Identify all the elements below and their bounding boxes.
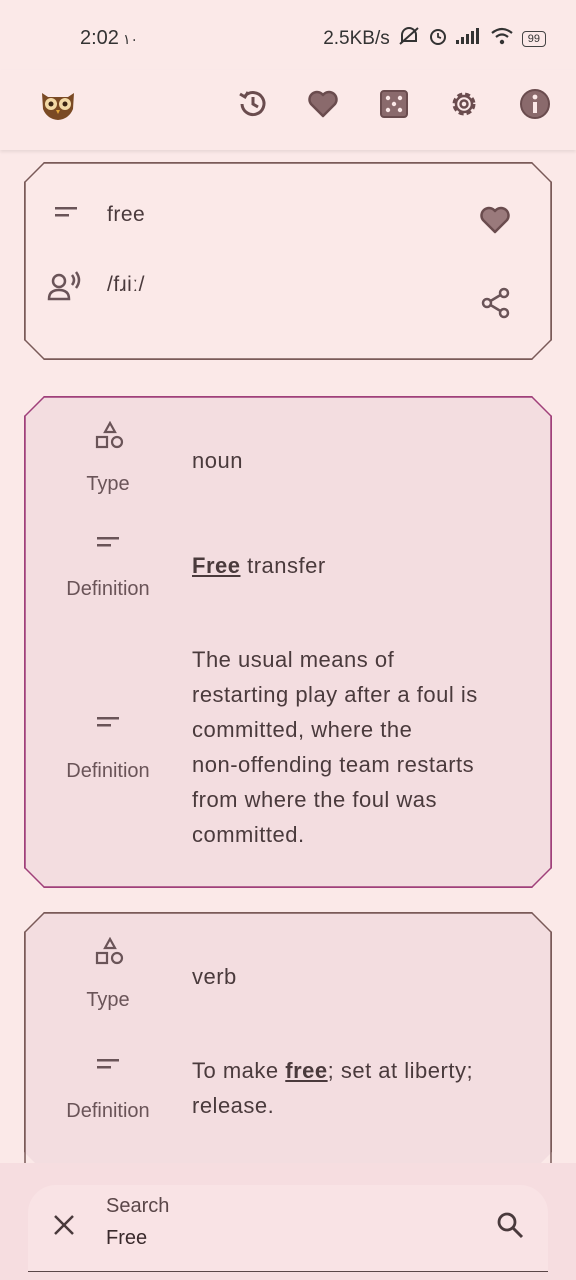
definition-line: committed. xyxy=(192,822,305,847)
shapes-icon xyxy=(95,421,125,456)
favorites-heart-icon[interactable] xyxy=(303,84,343,124)
definition-label: Definition xyxy=(66,1100,150,1122)
definition-line: non-offending team restarts xyxy=(192,752,475,777)
time-text: 2:02 xyxy=(80,27,119,49)
wifi-icon xyxy=(490,27,514,51)
short-text-icon xyxy=(95,1057,121,1076)
signal-icon xyxy=(455,28,482,50)
search-label: Search xyxy=(106,1195,170,1217)
shapes-icon xyxy=(95,937,125,972)
speaker-pronunciation-icon[interactable] xyxy=(47,271,83,306)
definition-line: restarting play after a foul is xyxy=(192,682,478,707)
definition-line: committed, where the xyxy=(192,717,413,742)
alarm-icon xyxy=(428,26,448,52)
status-time: 2:02 ١٠ xyxy=(80,27,138,50)
settings-icon[interactable] xyxy=(444,84,484,124)
status-icons: 2.5KB/s 99 xyxy=(323,26,546,52)
mute-icon xyxy=(398,26,420,52)
definition-line: from where the foul was xyxy=(192,787,438,812)
type-label: Type xyxy=(86,473,130,495)
definition-rest: transfer xyxy=(240,553,326,578)
definition-bold-word[interactable]: Free xyxy=(192,553,240,578)
status-bar: 2:02 ١٠ 2.5KB/s 99 xyxy=(0,0,576,70)
dice-icon[interactable] xyxy=(374,84,414,124)
noun-entry-card: Type noun Definition Free transfer Defin… xyxy=(24,396,552,888)
word-card: free /fɹiː/ xyxy=(24,162,552,360)
search-bar: Search Free xyxy=(0,1163,576,1280)
definition-post: ; set at liberty; xyxy=(327,1058,474,1083)
verb-entry-card: Type verb Definition To make free; set a… xyxy=(24,912,552,1172)
battery-indicator: 99 xyxy=(521,31,546,47)
definition-line: To make free; set at liberty; xyxy=(192,1053,473,1088)
search-icon[interactable] xyxy=(496,1211,524,1244)
definition-pre: To make xyxy=(192,1058,286,1083)
type-value: verb xyxy=(192,964,237,989)
owl-logo-icon[interactable] xyxy=(38,84,78,124)
definition-label: Definition xyxy=(66,578,150,600)
short-text-icon xyxy=(53,205,79,224)
pronunciation-text: /fɹiː/ xyxy=(107,273,145,296)
close-icon[interactable] xyxy=(52,1213,76,1242)
definition-label: Definition xyxy=(66,760,150,782)
search-input[interactable]: Free xyxy=(106,1227,147,1250)
definition-text: To make free; set at liberty; release. xyxy=(192,1053,473,1123)
net-speed: 2.5KB/s xyxy=(323,28,390,49)
short-text-icon xyxy=(95,535,121,554)
type-label: Type xyxy=(86,989,130,1011)
info-icon[interactable] xyxy=(515,84,555,124)
short-text-icon xyxy=(95,715,121,734)
word-text: free xyxy=(107,203,146,226)
time-suffix: ١٠ xyxy=(122,31,138,47)
search-field[interactable]: Search Free xyxy=(28,1185,548,1272)
definition-text: Free transfer xyxy=(192,548,326,583)
type-value: noun xyxy=(192,448,243,473)
share-icon[interactable] xyxy=(481,287,511,324)
app-bar xyxy=(0,70,576,150)
definition-line: release. xyxy=(192,1093,275,1118)
favorite-heart-icon[interactable] xyxy=(479,205,511,240)
definition-line: The usual means of xyxy=(192,647,395,672)
history-icon[interactable] xyxy=(233,84,273,124)
definition-bold-word[interactable]: free xyxy=(285,1058,327,1083)
definition-text: The usual means of restarting play after… xyxy=(192,642,478,852)
